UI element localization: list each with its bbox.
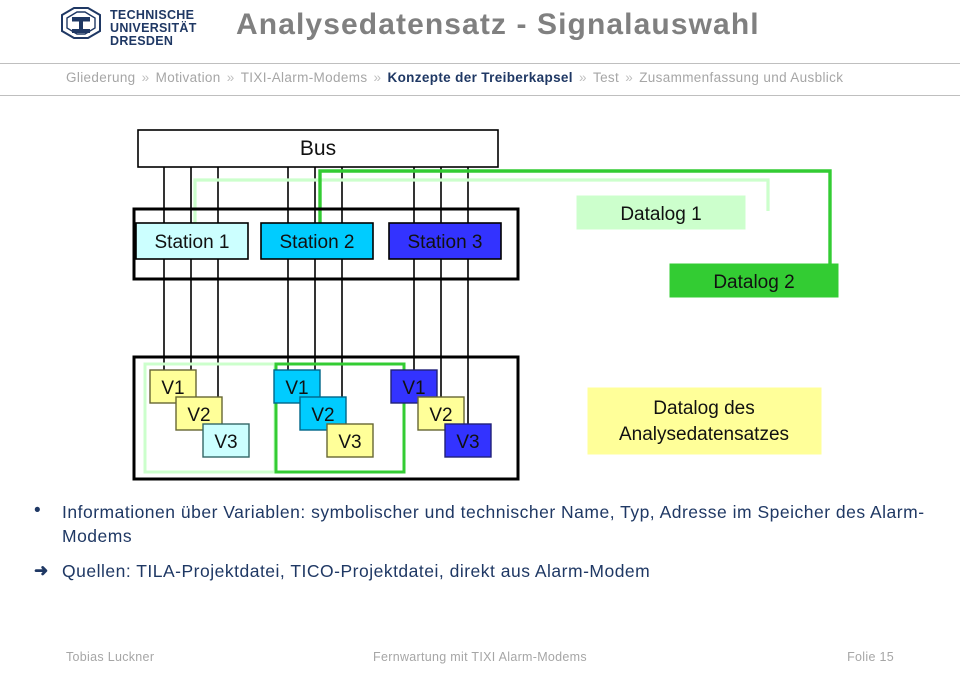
breadcrumb-separator: » xyxy=(621,70,638,85)
breadcrumb-item-1[interactable]: Gliederung xyxy=(66,70,136,85)
analysis-datalog-line-2: Analysedatensatzes xyxy=(619,424,789,445)
breadcrumb-separator: » xyxy=(137,70,154,85)
datalog-box-1-label: Datalog 1 xyxy=(620,204,701,225)
tud-logo-line-1: TECHNISCHE xyxy=(110,8,194,22)
variable-group-2: V1 V2 V3 xyxy=(273,369,374,458)
variable-box-g2-v1-label: V1 xyxy=(285,378,308,399)
variable-box-g1-v3-label: V3 xyxy=(214,432,237,453)
breadcrumb-item-3[interactable]: TIXI-Alarm-Modems xyxy=(241,70,368,85)
slide-header: TECHNISCHE UNIVERSITÄT DRESDEN Analyseda… xyxy=(0,0,960,62)
variable-box-g1-v3[interactable]: V3 xyxy=(202,423,250,458)
tud-logo-svg: TECHNISCHE UNIVERSITÄT DRESDEN xyxy=(61,7,197,48)
footer-title: Fernwartung mit TIXI Alarm-Modems xyxy=(373,650,587,664)
variable-group-1: V1 V2 V3 xyxy=(149,369,250,458)
variable-box-g2-v2-label: V2 xyxy=(311,405,334,426)
breadcrumb-band: Gliederung » Motivation » TIXI-Alarm-Mod… xyxy=(0,63,960,96)
bullet-item-1: • Informationen über Variablen: symbolis… xyxy=(34,500,934,548)
breadcrumb-item-6[interactable]: Zusammenfassung und Ausblick xyxy=(639,70,843,85)
variable-box-g3-v3[interactable]: V3 xyxy=(444,423,492,458)
variable-box-g3-v1-label: V1 xyxy=(402,378,425,399)
breadcrumb-rule-top xyxy=(0,63,960,64)
variable-box-g1-v2-label: V2 xyxy=(187,405,210,426)
breadcrumb-item-4[interactable]: Konzepte der Treiberkapsel xyxy=(387,70,572,85)
bullet-item-2-text: Quellen: TILA-Projektdatei, TICO-Projekt… xyxy=(62,561,651,581)
breadcrumb-item-5[interactable]: Test xyxy=(593,70,619,85)
page-title: Analysedatensatz - Signalauswahl xyxy=(236,8,760,41)
datalog-box-2-label: Datalog 2 xyxy=(713,272,794,293)
breadcrumb-separator: » xyxy=(222,70,239,85)
bullet-marker-dot-icon: • xyxy=(34,500,42,521)
station-box-2[interactable]: Station 2 xyxy=(260,222,374,260)
tud-logo-line-3: DRESDEN xyxy=(110,34,173,48)
bullet-list: • Informationen über Variablen: symbolis… xyxy=(34,500,934,583)
bullet-item-1-text: Informationen über Variablen: symbolisch… xyxy=(62,502,925,546)
breadcrumb-separator: » xyxy=(369,70,386,85)
variable-box-g2-v3[interactable]: V3 xyxy=(326,423,374,458)
station-box-3[interactable]: Station 3 xyxy=(388,222,502,260)
breadcrumb-item-2[interactable]: Motivation xyxy=(156,70,221,85)
tud-octagon-icon xyxy=(61,7,101,39)
bus-label: Bus xyxy=(300,137,336,160)
analysis-datalog-line-1: Datalog des xyxy=(653,398,754,419)
datalog-box-1[interactable]: Datalog 1 xyxy=(576,195,746,230)
variable-box-g1-v1-label: V1 xyxy=(161,378,184,399)
bullet-marker-arrow-icon: ➜ xyxy=(34,561,49,580)
variable-box-g3-v2-label: V2 xyxy=(429,405,452,426)
bus-box: Bus xyxy=(137,129,499,168)
slide-footer: Tobias Luckner Fernwartung mit TIXI Alar… xyxy=(0,644,960,674)
station-box-3-label: Station 3 xyxy=(408,232,483,253)
variable-box-g3-v3-label: V3 xyxy=(456,432,479,453)
variable-box-g2-v3-label: V3 xyxy=(338,432,361,453)
station-box-2-label: Station 2 xyxy=(280,232,355,253)
footer-page-number: Folie 15 xyxy=(847,650,894,664)
tud-logo-line-2: UNIVERSITÄT xyxy=(110,20,197,35)
station-box-1[interactable]: Station 1 xyxy=(135,222,249,260)
datalog-box-2[interactable]: Datalog 2 xyxy=(669,263,839,298)
signal-selection-diagram: Bus Station 1 Station 2 Station 3 Datalo… xyxy=(0,96,960,496)
station-box-1-label: Station 1 xyxy=(155,232,230,253)
diagram-svg: Bus Station 1 Station 2 Station 3 Datalo… xyxy=(132,129,839,481)
analysis-datalog-box[interactable]: Datalog des Analysedatensatzes xyxy=(587,387,822,455)
breadcrumb-separator: » xyxy=(574,70,591,85)
breadcrumb: Gliederung » Motivation » TIXI-Alarm-Mod… xyxy=(66,70,843,85)
bullet-item-2: ➜ Quellen: TILA-Projektdatei, TICO-Proje… xyxy=(34,559,934,583)
tud-logo: TECHNISCHE UNIVERSITÄT DRESDEN xyxy=(48,6,220,54)
